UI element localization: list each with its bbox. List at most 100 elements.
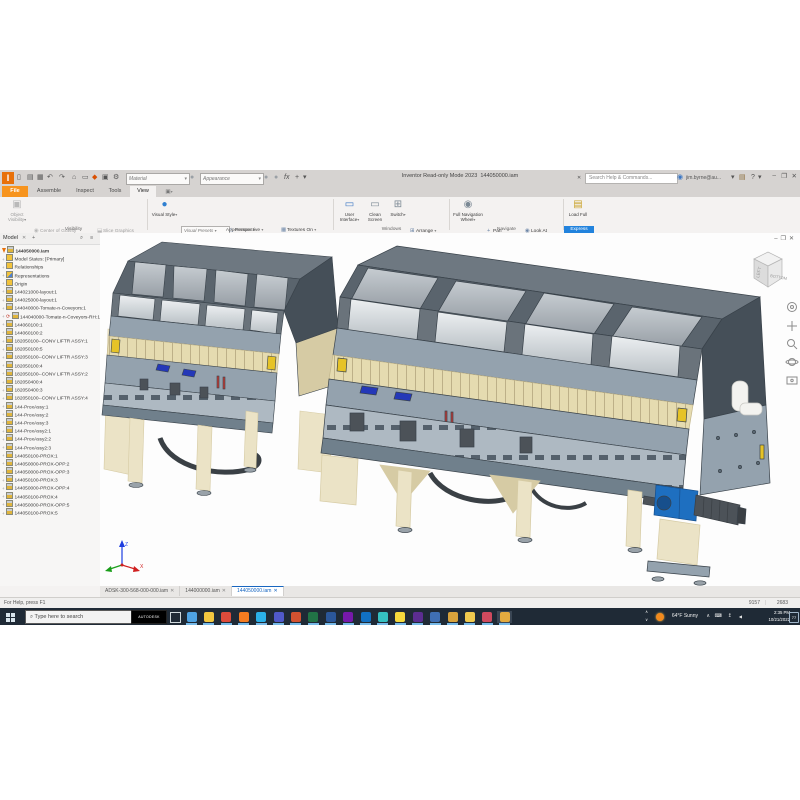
search-clear-icon[interactable]: ✕ [577,173,581,183]
qat-caret-icon[interactable]: ▾ [303,173,307,183]
tree-item[interactable]: +182050100--CONV LIFTR ASSY:4 [0,393,100,401]
package-icon[interactable]: ▣ [102,173,109,183]
snagit-taskbar-icon[interactable] [254,611,269,623]
paint-3d-taskbar-icon[interactable] [480,611,495,623]
taskbar-scroll-arrows[interactable]: ∧∨ [645,608,648,625]
tree-item[interactable]: +182050400:4 [0,377,100,385]
screen-icon[interactable]: ▭ [82,173,89,183]
group-label-appearance[interactable]: Appearance ▾ [148,226,333,233]
weather-text[interactable]: 64°F Sunny [672,608,698,625]
teams-taskbar-icon[interactable] [271,611,286,623]
browser-tab-model[interactable]: Model [3,233,18,244]
taskbar-search-input[interactable]: ⌕ Type here to search [25,610,133,624]
tree-item[interactable]: +144050000-PROX-OPP:2 [0,459,100,467]
sphere-2-icon[interactable]: ● [264,173,268,183]
appearance-combo[interactable]: Appearance▾ [200,173,264,185]
taskbar-clock[interactable]: 2:35 PM10/21/2022 [756,610,790,623]
orbit-icon[interactable] [786,359,798,366]
minimize-button[interactable]: – [772,172,776,179]
tree-item[interactable]: 144050000.iam [0,246,100,254]
start-button[interactable] [6,613,15,622]
tray-keyboard-icon[interactable]: ⌨ [715,608,722,625]
full-navigation-wheel-button[interactable]: ◉ Full Navigation Wheel▾ [452,198,484,226]
tab-view[interactable]: View [130,186,156,197]
load-full-button[interactable]: ▤Load Full [566,198,590,226]
tree-item[interactable]: +Origin [0,279,100,287]
tab-close-icon[interactable]: ✕ [273,588,277,594]
home-icon[interactable]: ⌂ [72,173,76,183]
sticky-notes-taskbar-icon[interactable] [393,611,408,623]
edge-taskbar-icon[interactable] [375,611,390,623]
tree-item[interactable]: +144050100-PROX:1 [0,451,100,459]
fx-icon[interactable]: fx [284,173,289,183]
viewcube[interactable]: LEFT BOTTOM [748,247,788,291]
tree-item[interactable]: +144-ProxAssy:1 [0,402,100,410]
new-doc-icon[interactable]: ▯ [17,173,21,183]
firefox-taskbar-icon[interactable] [236,611,251,623]
visual-style-button[interactable]: ● Visual Style▾ [151,198,178,226]
close-button[interactable]: ✕ [792,172,797,180]
tray-speaker-icon[interactable]: ◀ [739,608,742,625]
appearance-flame-icon[interactable]: ◆ [92,173,97,183]
tree-item[interactable]: +144050000-PROX-OPP:3 [0,467,100,475]
inventor-taskbar-icon[interactable] [445,611,460,623]
tree-item[interactable]: +182050100:5 [0,344,100,352]
browser-add-tab-icon[interactable]: + [32,233,35,244]
document-tab[interactable]: 144000000.iam✕ [180,586,232,596]
people-taskbar-icon[interactable] [184,611,199,623]
ribbon-options-icon[interactable]: ▣▾ [160,186,178,197]
pan-icon[interactable] [787,321,797,331]
tab-assemble[interactable]: Assemble [30,186,68,197]
tray-expand-icon[interactable]: ∧ [706,608,710,625]
autodesk-taskbar-button[interactable]: AUTODESK [131,610,167,624]
material-combo[interactable]: Material▾ [126,173,190,185]
navwheel-icon[interactable] [788,303,797,312]
tab-close-icon[interactable]: ✕ [222,588,226,594]
object-visibility-button[interactable]: ▣ Object Visibility▾ [3,198,31,226]
redo-icon[interactable]: ↷ [59,173,65,183]
onenote-taskbar-icon[interactable] [341,611,356,623]
excel-taskbar-icon[interactable] [306,611,321,623]
signed-in-user[interactable]: jim.byrne@au... [686,173,730,183]
tree-item[interactable]: +144060100:2 [0,328,100,336]
tree-item[interactable]: +144-ProxAssy2:3 [0,443,100,451]
tree-item[interactable]: +144050100-PROX:4 [0,492,100,500]
tree-item[interactable]: +144-ProxAssy:3 [0,418,100,426]
sticky-note-2-taskbar-icon[interactable] [462,611,477,623]
inventor-active-taskbar-icon[interactable] [497,611,512,623]
calculator-taskbar-icon[interactable] [428,611,443,623]
doc-close-icon[interactable]: ✕ [789,236,797,242]
tab-tools[interactable]: Tools [102,186,128,197]
file-explorer-taskbar-icon[interactable] [201,611,216,623]
restore-button[interactable]: ❐ [781,172,787,180]
powerpoint-taskbar-icon[interactable] [288,611,303,623]
help-search-input[interactable]: Search Help & Commands... [585,173,678,184]
save-icon[interactable]: ▦ [37,173,44,183]
browser-search-icon[interactable]: ⌕ [80,233,83,244]
app-purple-taskbar-icon[interactable] [410,611,425,623]
document-tab[interactable]: 144050000.iam✕ [232,586,284,596]
tree-item[interactable]: +182050100--CONV LIFTR ASSY:1 [0,336,100,344]
tree-item[interactable]: +182050100:4 [0,361,100,369]
browser-tab-close-icon[interactable]: ✕ [22,233,26,244]
tree-item[interactable]: +144040000-Tomate-n-Coveyors:1 [0,303,100,311]
chrome-taskbar-icon[interactable] [219,611,234,623]
tree-item[interactable]: +Model States: [Primary] [0,254,100,262]
document-tab[interactable]: ADSK-300-568-000-000.iam✕ [100,586,180,596]
tree-item[interactable]: +144050000-PROX-OPP:4 [0,483,100,491]
notification-badge[interactable]: 77 [789,612,799,623]
look-at-icon[interactable] [787,377,797,384]
plus-icon[interactable]: + [295,173,299,183]
sphere-3-icon[interactable]: ● [274,173,278,183]
tree-item[interactable]: +144050100-PROX:3 [0,475,100,483]
user-caret-icon[interactable]: ▾ [731,173,735,183]
assembly-viewport[interactable]: Z X [100,233,800,586]
help-caret-icon[interactable]: ▾ [758,173,762,183]
inventor-logo-icon[interactable]: I [2,172,14,184]
browser-menu-icon[interactable]: ≡ [90,233,93,244]
tree-item[interactable]: +144025000-layout:1 [0,295,100,303]
tree-item[interactable]: +144-ProxAssy2:1 [0,426,100,434]
open-icon[interactable]: ▤ [27,173,34,183]
undo-icon[interactable]: ↶ [47,173,53,183]
help-icon[interactable]: ? [751,173,755,183]
